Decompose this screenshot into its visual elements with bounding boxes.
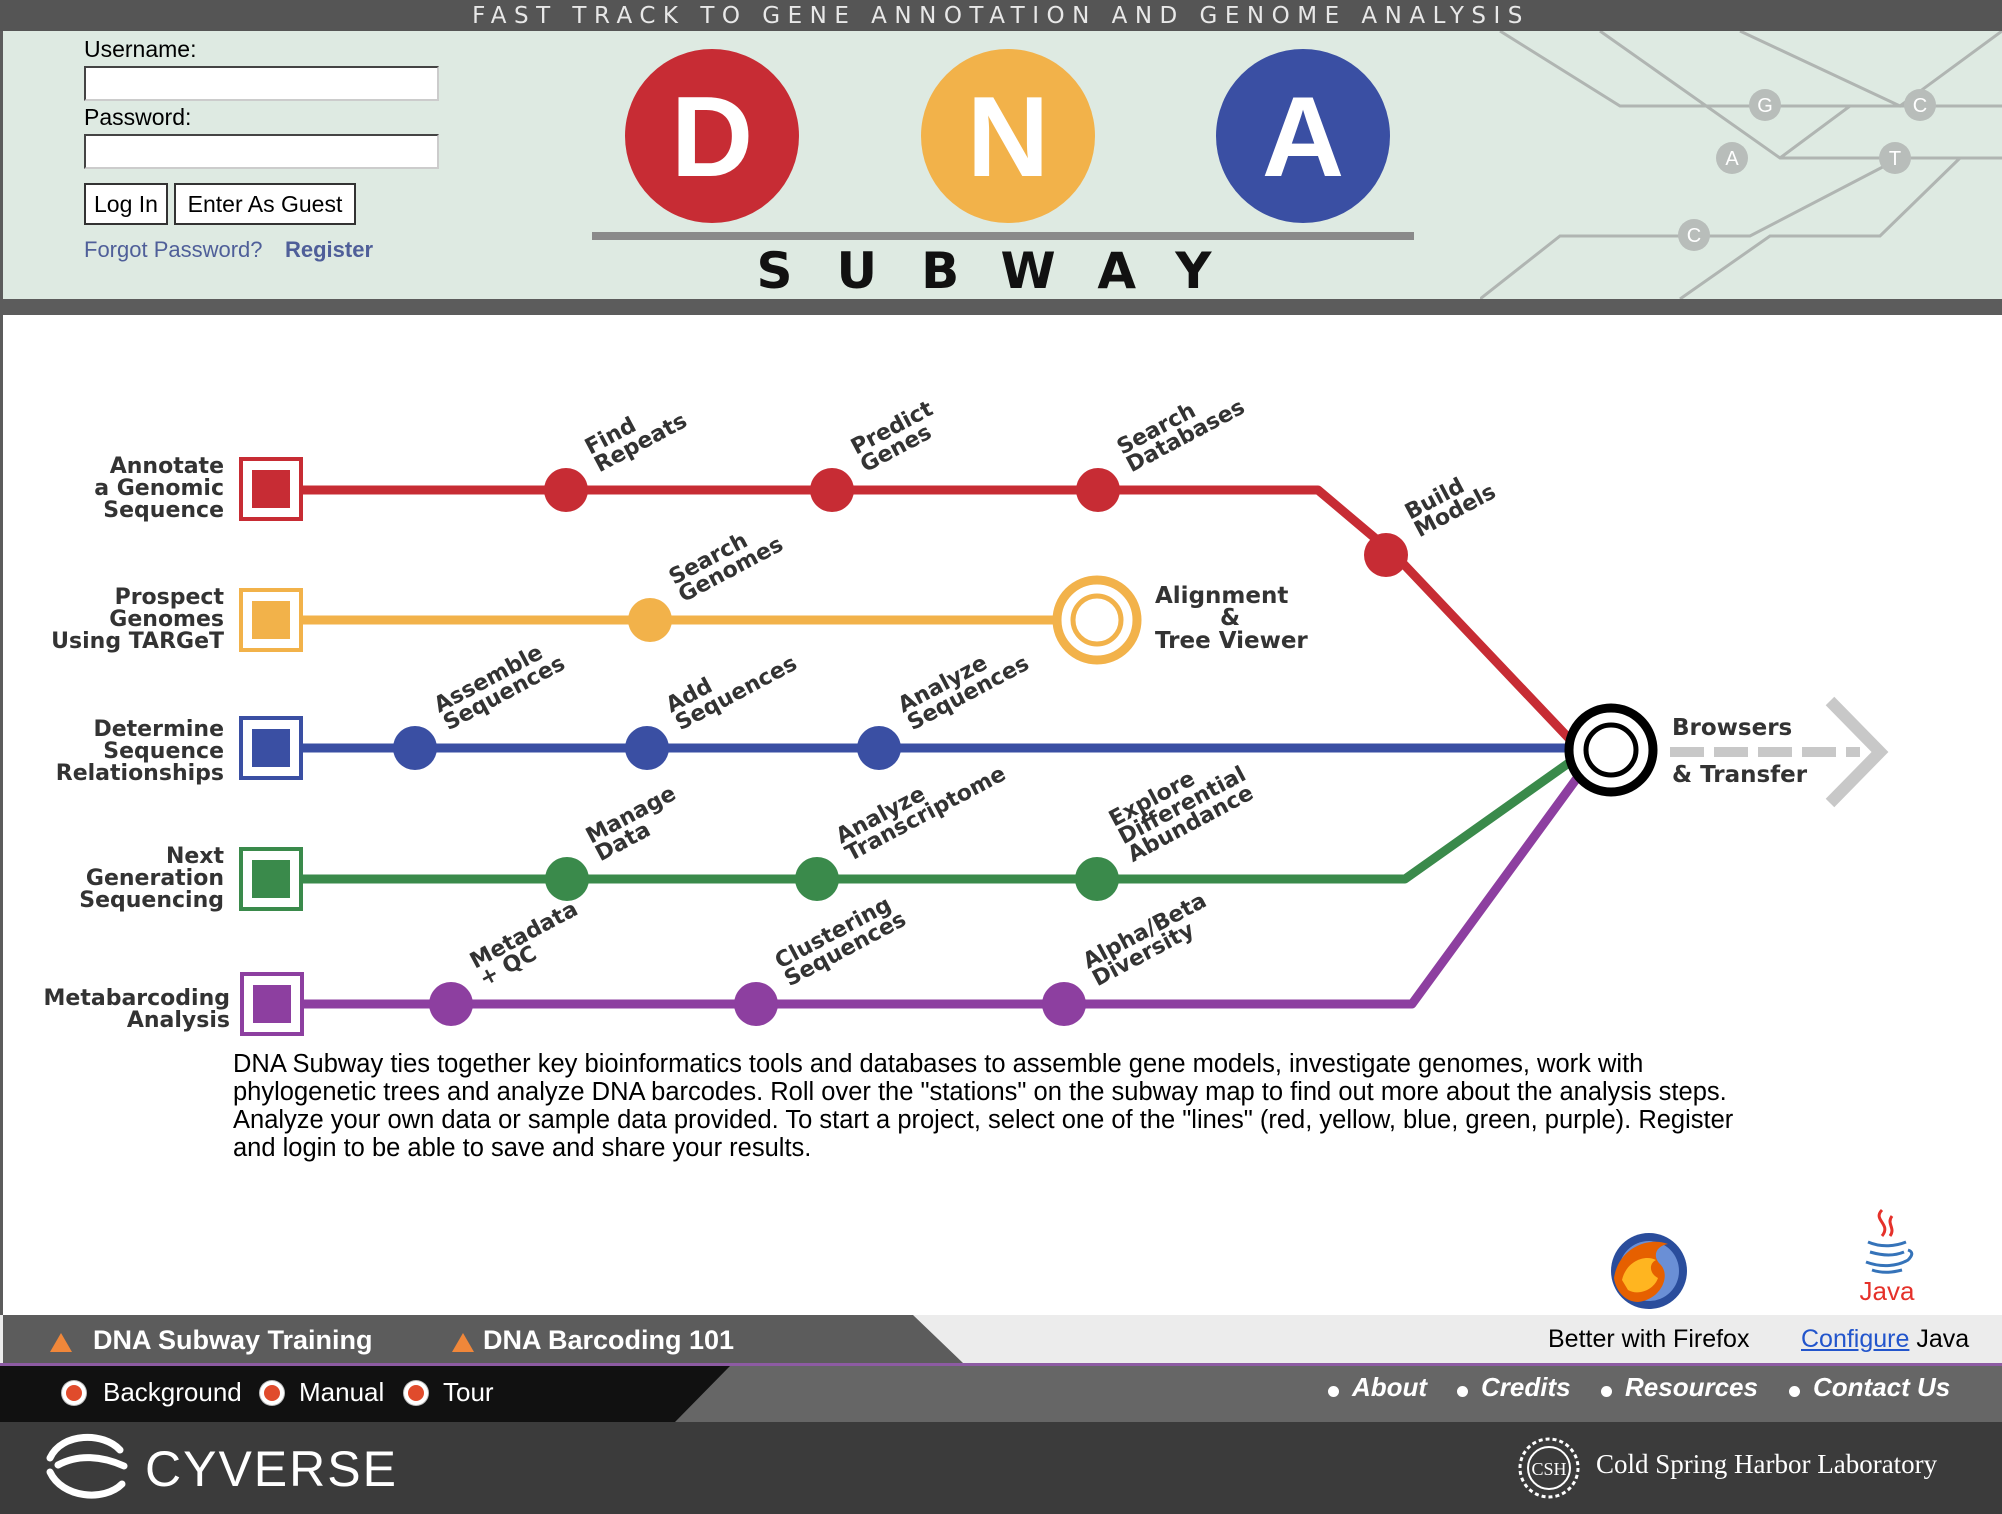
station-manage-data[interactable] [545, 857, 589, 901]
station-alpha-beta[interactable] [1042, 982, 1086, 1026]
dna-barcoding-link[interactable]: DNA Barcoding 101 [483, 1325, 734, 1356]
station-predict-genes[interactable] [810, 468, 854, 512]
configure-java: Configure Java [1801, 1325, 1969, 1354]
logo-rule [592, 232, 1414, 240]
station-analyze-sequences[interactable] [857, 726, 901, 770]
logo-letter-n: N [967, 74, 1049, 201]
csh-logo-text[interactable]: Cold Spring Harbor Laboratory [1596, 1449, 1937, 1480]
blue-line-label-3: Relationships [56, 761, 224, 786]
dna-subway-training-link[interactable]: DNA Subway Training [93, 1325, 373, 1356]
firefox-icon[interactable] [1608, 1230, 1690, 1312]
forgot-password-link[interactable]: Forgot Password? [84, 237, 263, 263]
dot-icon [1328, 1386, 1339, 1397]
about-link[interactable]: About [1352, 1372, 1427, 1403]
logo-letter-d: D [671, 74, 753, 201]
guest-button[interactable]: Enter As Guest [174, 183, 356, 225]
station-explore-abundance[interactable] [1075, 857, 1119, 901]
circuit-letter-a: A [1725, 148, 1739, 170]
credits-link[interactable]: Credits [1481, 1372, 1571, 1403]
station-analyze-transcriptome[interactable] [795, 857, 839, 901]
yellow-line-label-3: Using TARGeT [51, 629, 224, 654]
background-link[interactable]: Background [103, 1377, 242, 1408]
configure-suffix: Java [1909, 1325, 1970, 1353]
station-clustering[interactable] [734, 982, 778, 1026]
logo-letter-a: A [1262, 74, 1344, 201]
login-button[interactable]: Log In [84, 183, 168, 225]
password-label: Password: [84, 104, 192, 130]
circuit-letter-c: C [1913, 95, 1927, 117]
configure-link[interactable]: Configure [1801, 1325, 1909, 1353]
alignment-label-3: Tree Viewer [1155, 628, 1308, 654]
java-icon[interactable]: Java [1852, 1206, 1922, 1306]
circuit-letter-g: G [1757, 95, 1773, 117]
csh-seal-icon: CSH [1518, 1437, 1580, 1499]
station-build-models[interactable] [1364, 533, 1408, 577]
password-input[interactable] [84, 134, 439, 169]
dot-icon [1789, 1386, 1800, 1397]
subway-map: Annotate a Genomic Sequence Prospect Gen… [44, 395, 1889, 1036]
cyverse-logo-icon[interactable] [42, 1428, 132, 1508]
csh-seal-text: CSH [1531, 1459, 1566, 1479]
browsers-label-2: & Transfer [1672, 762, 1808, 788]
bullet-icon [260, 1381, 284, 1405]
station-add-sequences[interactable] [625, 726, 669, 770]
purple-line-label-2: Analysis [127, 1008, 230, 1033]
logo-subtitle: SUBWAY [756, 242, 1255, 300]
green-line-label-3: Sequencing [79, 888, 224, 913]
browsers-label-1: Browsers [1672, 715, 1792, 741]
username-label: Username: [84, 36, 197, 62]
circuit-decoration: G C A T C [1480, 31, 2002, 299]
dna-subway-logo: D N A SUBWAY [592, 49, 1414, 300]
station-find-repeats[interactable] [544, 468, 588, 512]
bullet-icon [404, 1381, 428, 1405]
tagline: FAST TRACK TO GENE ANNOTATION AND GENOME… [472, 3, 1530, 29]
register-link[interactable]: Register [285, 237, 373, 263]
firefox-text: Better with Firefox [1548, 1325, 1750, 1353]
dot-icon [1601, 1386, 1612, 1397]
manual-link[interactable]: Manual [299, 1377, 384, 1408]
circuit-letter-t: T [1889, 148, 1901, 170]
station-search-databases[interactable] [1076, 468, 1120, 512]
cyverse-logo-text: CYVERSE [145, 1441, 398, 1497]
circuit-letter-c2: C [1687, 225, 1701, 247]
username-input[interactable] [84, 66, 439, 101]
triangle-icon [50, 1333, 72, 1352]
tour-link[interactable]: Tour [443, 1377, 494, 1408]
station-search-genomes[interactable] [628, 598, 672, 642]
description: DNA Subway ties together key bioinformat… [233, 1050, 1734, 1162]
dot-icon [1457, 1386, 1468, 1397]
java-text: Java [1860, 1276, 1915, 1306]
contact-link[interactable]: Contact Us [1813, 1372, 1950, 1403]
station-assemble-sequences[interactable] [393, 726, 437, 770]
bullet-icon [62, 1381, 86, 1405]
triangle-icon [452, 1333, 474, 1352]
station-metadata-qc[interactable] [429, 982, 473, 1026]
red-line-label-3: Sequence [103, 498, 224, 523]
resources-link[interactable]: Resources [1625, 1372, 1758, 1403]
